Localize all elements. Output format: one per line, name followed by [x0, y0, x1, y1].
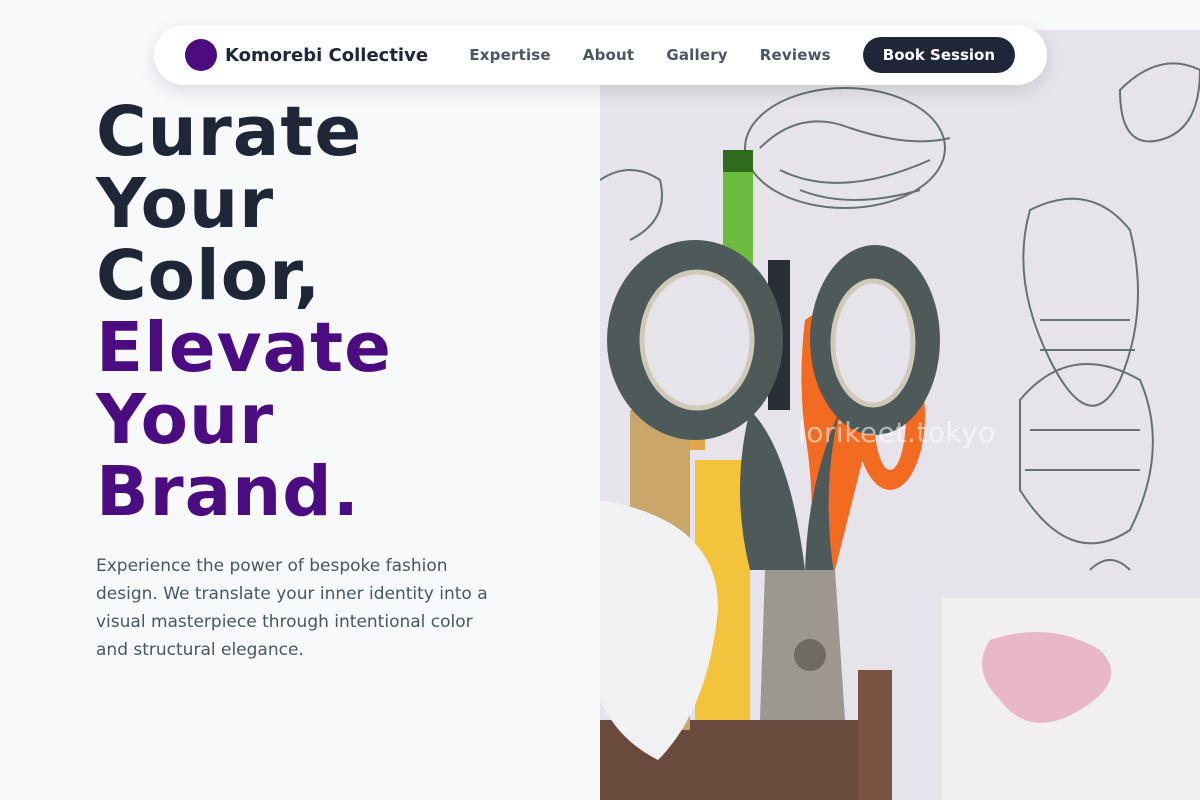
- brand-logo-icon: [185, 39, 217, 71]
- image-watermark: lorikeet.tokyo: [798, 416, 996, 449]
- nav-link-expertise[interactable]: Expertise: [469, 46, 550, 64]
- headline-line-5: Your: [96, 380, 275, 460]
- headline-line-6: Brand.: [96, 452, 360, 532]
- headline-line-2: Your: [96, 164, 275, 244]
- brand-logo-link[interactable]: Komorebi Collective: [185, 39, 428, 71]
- headline-line-3: Color,: [96, 236, 322, 316]
- hero-subcopy: Experience the power of bespoke fashion …: [96, 556, 488, 660]
- top-navbar: Komorebi Collective Expertise About Gall…: [154, 25, 1047, 85]
- nav-links: Expertise About Gallery Reviews: [469, 46, 830, 64]
- nav-link-about[interactable]: About: [583, 46, 635, 64]
- nav-link-reviews[interactable]: Reviews: [760, 46, 831, 64]
- hero-image: lorikeet.tokyo: [600, 30, 1200, 800]
- headline-line-1: Curate: [96, 92, 363, 172]
- book-session-button[interactable]: Book Session: [862, 37, 1015, 73]
- hero-illustration: [600, 30, 1200, 800]
- headline-line-4: Elevate: [96, 308, 392, 388]
- hero-headline: Curate Your Color, Elevate Your Brand.: [96, 96, 392, 528]
- landing-page: lorikeet.tokyo Komorebi Collective Exper…: [0, 0, 1200, 800]
- brand-name: Komorebi Collective: [225, 44, 429, 66]
- nav-link-gallery[interactable]: Gallery: [666, 46, 727, 64]
